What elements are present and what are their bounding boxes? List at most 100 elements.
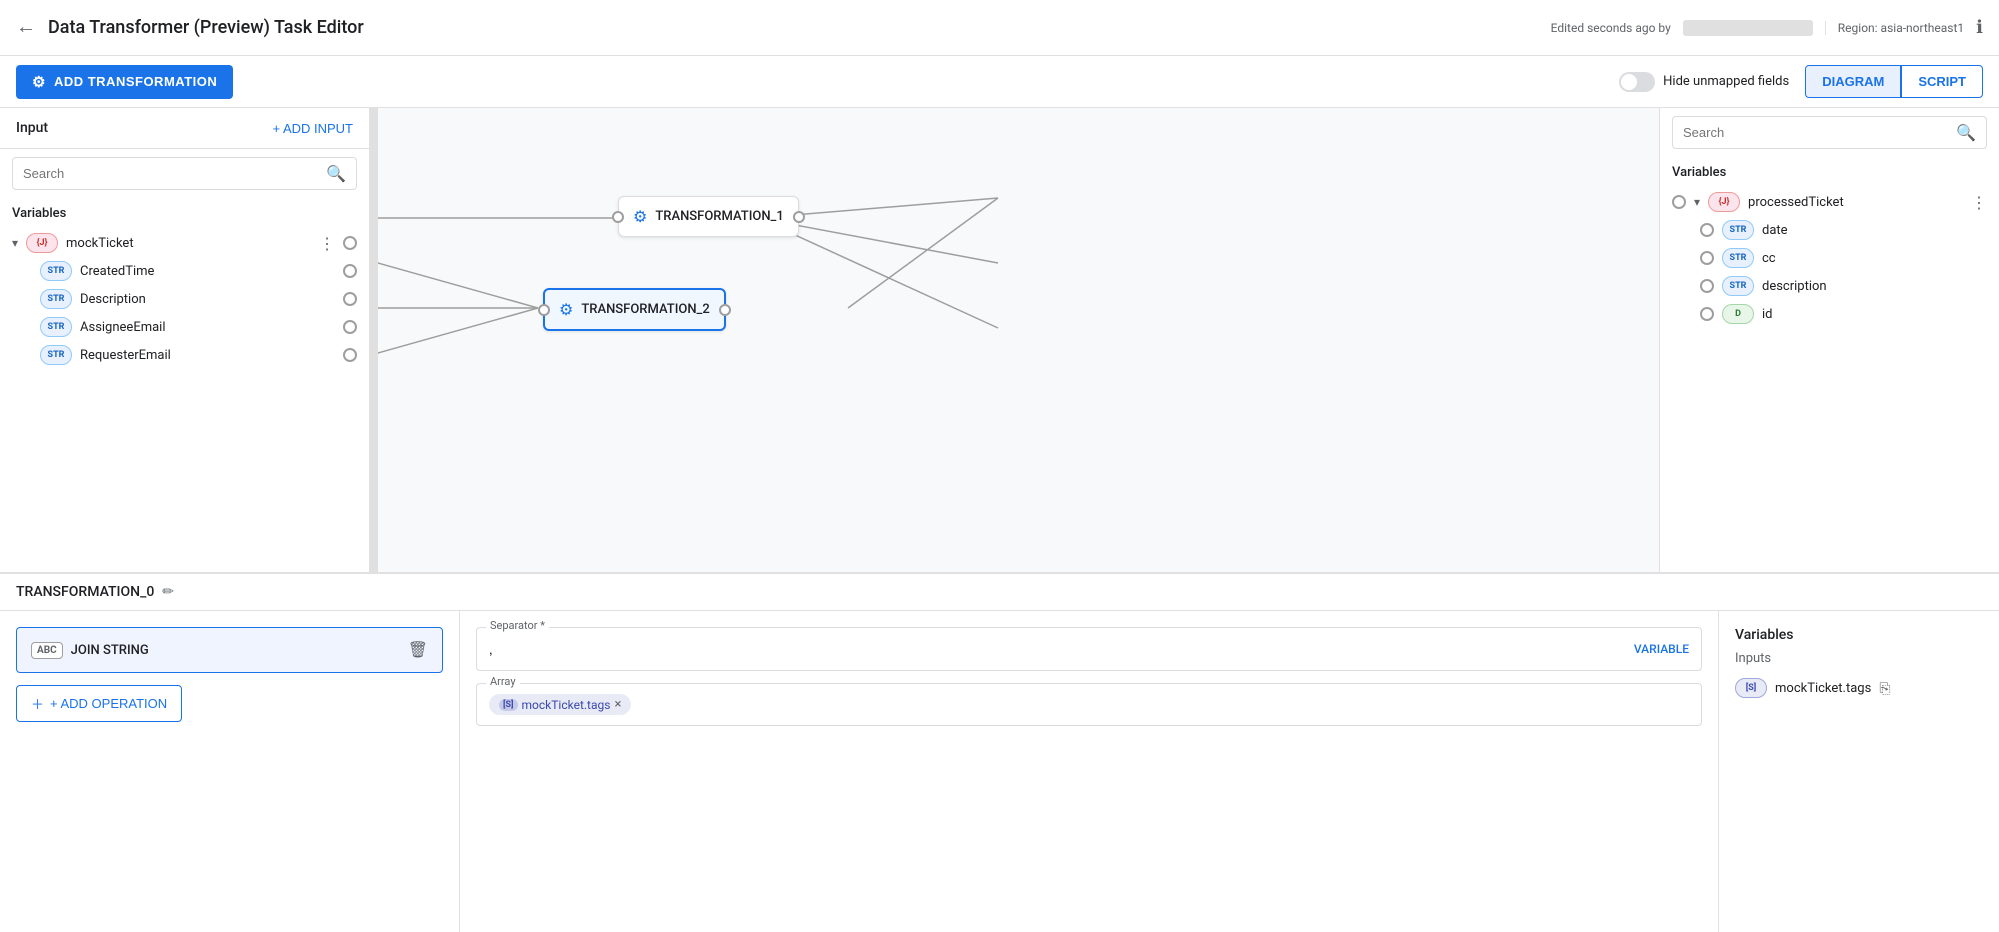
expand-arrow[interactable]: ▾ — [12, 236, 18, 250]
array-chip: [S] mockTicket.tags × — [489, 694, 631, 715]
user-name-redacted — [1683, 20, 1813, 36]
add-transformation-label: ADD TRANSFORMATION — [54, 74, 217, 89]
hide-unmapped-toggle[interactable] — [1619, 72, 1655, 92]
json-type-badge: {J} — [26, 233, 58, 253]
input-var-item: [S] mockTicket.tags ⎘ — [1735, 674, 1983, 702]
separator-field: Separator * VARIABLE — [476, 627, 1702, 671]
desc-str-badge: STR — [1722, 276, 1754, 296]
desc-connector — [1700, 279, 1714, 293]
input-var-type-badge: [S] — [1735, 678, 1767, 698]
desc-var-name: description — [1762, 279, 1987, 294]
array-label: Array — [486, 675, 520, 688]
rbc-badge: ABC — [31, 642, 63, 659]
cc-connector — [1700, 251, 1714, 265]
left-variables-section: Variables ▾ {J} mockTicket ⋮ STR Created… — [0, 198, 369, 377]
gear-icon-t1: ⚙ — [633, 207, 647, 226]
input-var-name: mockTicket.tags — [1775, 681, 1871, 696]
gear-icon-t2: ⚙ — [559, 300, 573, 319]
right-variable-menu[interactable]: ⋮ — [1971, 193, 1987, 212]
chip-type: [S] — [499, 699, 518, 711]
variables-label: Variables — [12, 206, 357, 221]
variable-menu-button[interactable]: ⋮ — [319, 234, 335, 253]
id-d-badge: D — [1722, 304, 1754, 324]
bottom-content: ABC JOIN STRING 🗑 ＋ + ADD OPERATION Sepa… — [0, 611, 1999, 932]
script-tab[interactable]: SCRIPT — [1901, 65, 1983, 98]
transformation-1-node[interactable]: ⚙ TRANSFORMATION_1 — [618, 196, 799, 237]
top-bar: ← Data Transformer (Preview) Task Editor… — [0, 0, 1999, 56]
cc-str-badge: STR — [1722, 248, 1754, 268]
assignee-email-row: STR AssigneeEmail — [40, 313, 357, 341]
mock-ticket-name: mockTicket — [66, 236, 311, 251]
left-search-input[interactable] — [23, 166, 318, 181]
mock-ticket-row: ▾ {J} mockTicket ⋮ — [12, 229, 357, 257]
params-panel: Separator * VARIABLE Array [S] mockTicke… — [460, 611, 1719, 932]
info-button[interactable]: ℹ — [1976, 17, 1983, 38]
diagram-tab[interactable]: DIAGRAM — [1805, 65, 1901, 98]
page-title: Data Transformer (Preview) Task Editor — [48, 17, 1539, 38]
gear-icon: ⚙ — [32, 73, 46, 91]
cc-var-name: cc — [1762, 251, 1987, 266]
copy-button[interactable]: ⎘ — [1879, 680, 1890, 697]
chip-remove-button[interactable]: × — [614, 697, 621, 712]
right-search-input[interactable] — [1683, 125, 1948, 140]
date-str-badge: STR — [1722, 220, 1754, 240]
toolbar: ⚙ ADD TRANSFORMATION Hide unmapped field… — [0, 56, 1999, 108]
transformation-2-node[interactable]: ⚙ TRANSFORMATION_2 — [543, 288, 726, 331]
connector-dot-requester — [343, 348, 357, 362]
add-operation-label: + ADD OPERATION — [50, 696, 167, 711]
str-type-badge-desc: STR — [40, 289, 72, 309]
variable-link[interactable]: VARIABLE — [1634, 642, 1689, 656]
separator-input[interactable] — [489, 642, 1634, 657]
plus-icon: ＋ — [31, 694, 44, 713]
str-type-badge-requester: STR — [40, 345, 72, 365]
cc-row: STR cc — [1700, 244, 1987, 272]
id-var-name: id — [1762, 307, 1987, 322]
processed-ticket-name: processedTicket — [1748, 195, 1963, 210]
add-transformation-button[interactable]: ⚙ ADD TRANSFORMATION — [16, 65, 233, 99]
right-variables-section: Variables ▾ {J} processedTicket ⋮ STR da… — [1660, 157, 1999, 336]
add-input-label: + ADD INPUT — [272, 121, 353, 136]
description-name: Description — [80, 292, 335, 307]
inputs-label: Inputs — [1735, 651, 1983, 666]
id-connector — [1700, 307, 1714, 321]
description-row: STR Description — [40, 285, 357, 313]
connector-dot-desc — [343, 292, 357, 306]
join-string-card[interactable]: ABC JOIN STRING 🗑 — [16, 627, 443, 673]
edit-icon[interactable]: ✏ — [162, 584, 174, 600]
chip-value: mockTicket.tags — [522, 698, 611, 712]
transformation-1-label: TRANSFORMATION_1 — [655, 209, 783, 224]
delete-button[interactable]: 🗑 — [408, 640, 428, 660]
date-var-name: date — [1762, 223, 1987, 238]
connector-dot-assignee — [343, 320, 357, 334]
add-input-button[interactable]: + ADD INPUT — [272, 121, 353, 136]
date-row: STR date — [1700, 216, 1987, 244]
region-info: Region: asia-northeast1 — [1825, 21, 1964, 35]
left-panel-header: Input + ADD INPUT — [0, 108, 369, 149]
back-button[interactable]: ← — [16, 16, 36, 39]
str-type-badge: STR — [40, 261, 72, 281]
operations-panel: ABC JOIN STRING 🗑 ＋ + ADD OPERATION — [0, 611, 460, 932]
node-right-connector-t2 — [719, 304, 731, 316]
transformation-title: TRANSFORMATION_0 — [16, 584, 154, 600]
connector-dot — [343, 236, 357, 250]
node-left-connector — [612, 211, 624, 223]
bottom-panel: TRANSFORMATION_0 ✏ ABC JOIN STRING 🗑 ＋ +… — [0, 572, 1999, 932]
search-icon: 🔍 — [326, 164, 346, 183]
array-field: [S] mockTicket.tags × — [476, 683, 1702, 726]
desc-row: STR description — [1700, 272, 1987, 300]
right-search-icon: 🔍 — [1956, 123, 1976, 142]
processed-ticket-row: ▾ {J} processedTicket ⋮ — [1672, 188, 1987, 216]
add-operation-button[interactable]: ＋ + ADD OPERATION — [16, 685, 182, 722]
separator-label: Separator * — [486, 619, 549, 632]
requester-email-row: STR RequesterEmail — [40, 341, 357, 369]
right-expand-arrow[interactable]: ▾ — [1694, 195, 1700, 209]
join-string-left: ABC JOIN STRING — [31, 642, 149, 659]
node-right-connector — [793, 211, 805, 223]
left-search-box: 🔍 — [12, 157, 357, 190]
right-child-variables: STR date STR cc STR description D id — [1672, 216, 1987, 328]
child-variables: STR CreatedTime STR Description STR Assi… — [12, 257, 357, 369]
hide-unmapped-control: Hide unmapped fields — [1619, 72, 1789, 92]
main-layout: Input + ADD INPUT 🔍 Variables ▾ {J} mock… — [0, 108, 1999, 932]
variables-right-panel: Variables Inputs [S] mockTicket.tags ⎘ — [1719, 611, 1999, 932]
separator-input-row: VARIABLE — [476, 627, 1702, 671]
